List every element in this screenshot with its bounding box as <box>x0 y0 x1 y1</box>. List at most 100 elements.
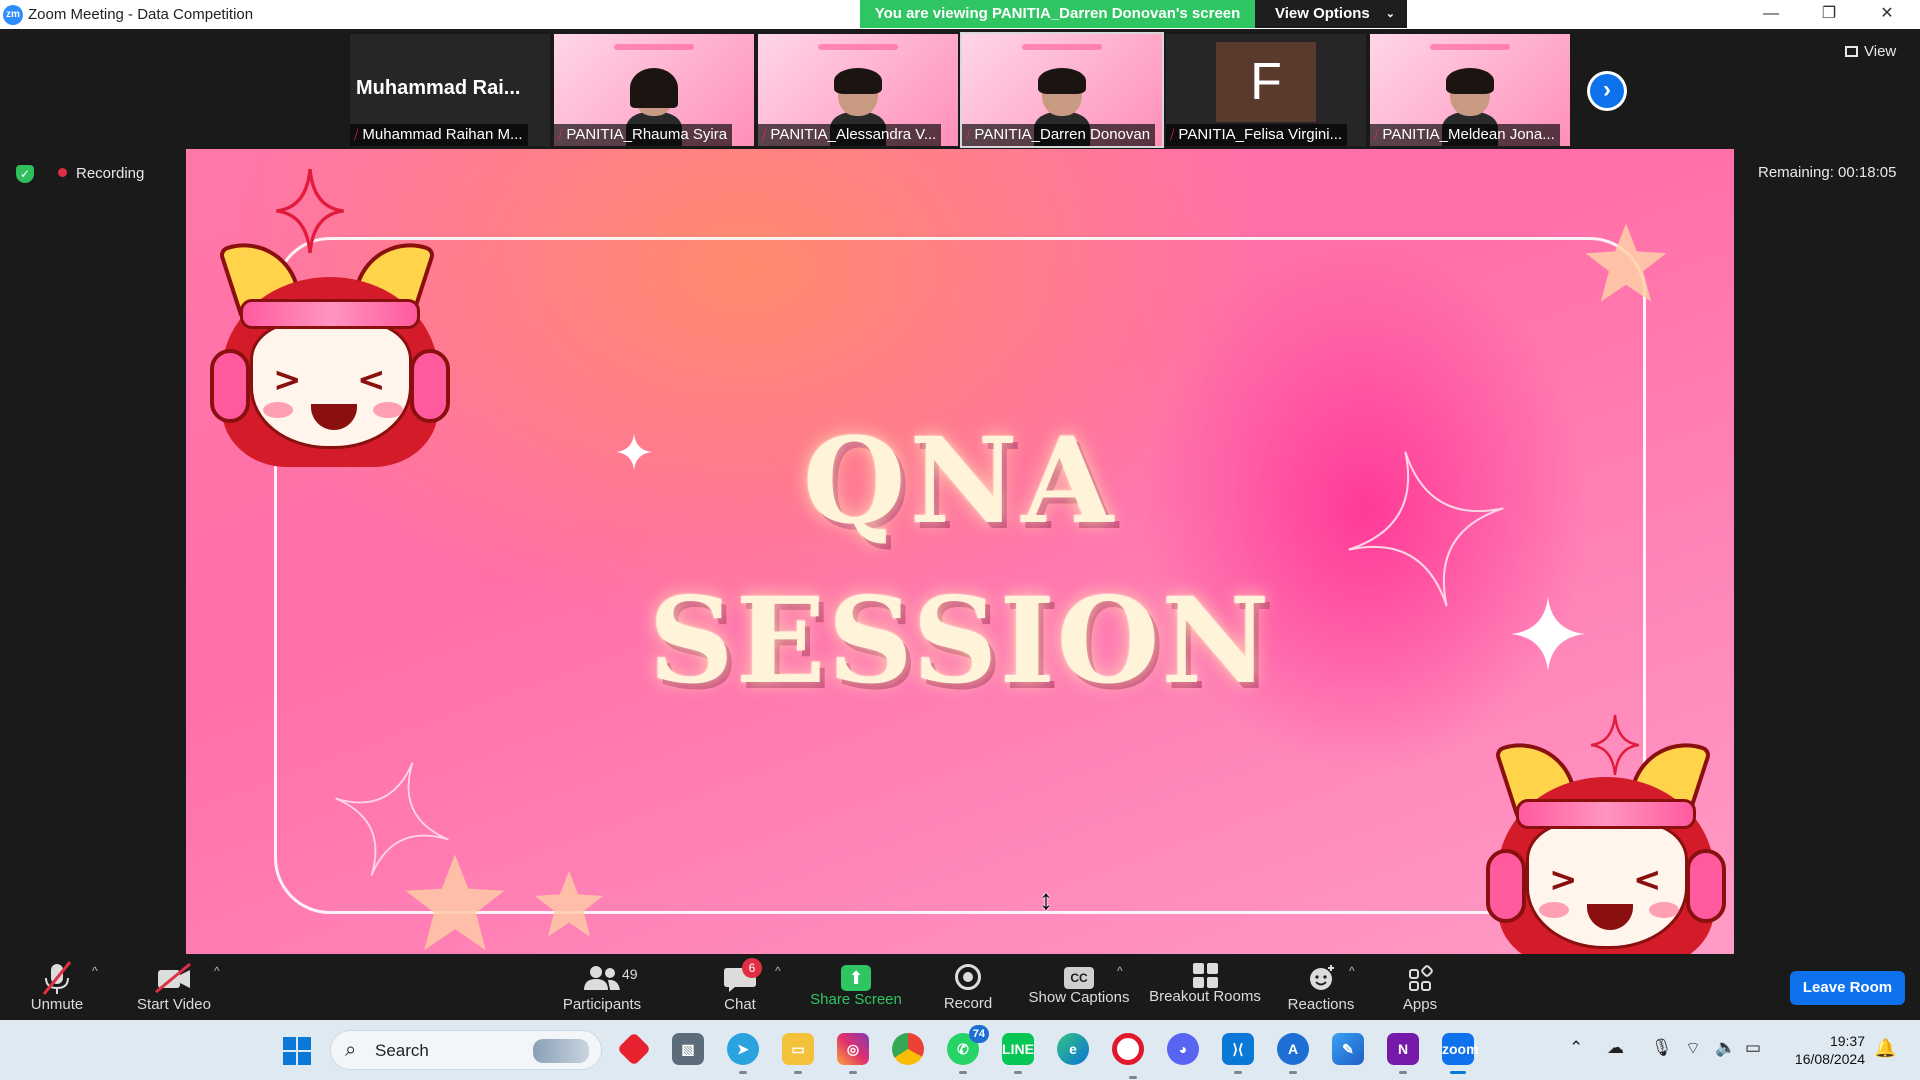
record-label: Record <box>943 995 993 1012</box>
participant-name-label: ⧸ PANITIA_Meldean Jona... <box>1370 124 1560 146</box>
recording-indicator[interactable]: Recording <box>58 165 144 182</box>
participants-button[interactable]: Participants <box>558 954 646 1020</box>
participant-tile-active-speaker[interactable]: ⧸ PANITIA_Darren Donovan <box>960 32 1164 148</box>
record-button[interactable]: Record <box>938 954 998 1020</box>
audio-options-caret[interactable]: ^ <box>92 964 98 978</box>
discord-icon[interactable]: ◕ <box>1167 1033 1199 1065</box>
opera-icon[interactable] <box>1112 1033 1144 1079</box>
app-store-icon[interactable]: A <box>1277 1033 1309 1074</box>
zoom-meeting-window: zm Zoom Meeting - Data Competition You a… <box>0 0 1920 1080</box>
chat-unread-badge: 6 <box>742 958 762 978</box>
chevron-right-icon: › <box>1603 76 1611 103</box>
participant-name-label: ⧸ PANITIA_Felisa Virgini... <box>1166 124 1348 146</box>
muted-mic-icon: ⧸ <box>1374 127 1379 142</box>
participant-name: PANITIA_Felisa Virgini... <box>1178 126 1343 143</box>
apps-label: Apps <box>1402 996 1438 1013</box>
recording-dot-icon <box>58 168 67 177</box>
chrome-icon[interactable] <box>892 1033 924 1065</box>
reactions-options-caret[interactable]: ^ <box>1349 964 1355 978</box>
file-explorer-icon[interactable]: ▭ <box>782 1033 814 1074</box>
participant-tile[interactable]: Muhammad Rai... ⧸ Muhammad Raihan M... <box>350 34 550 146</box>
notifications-bell-icon[interactable]: 🔔 <box>1874 1038 1896 1059</box>
windows-start-icon[interactable] <box>283 1037 311 1065</box>
participant-name-label: ⧸ Muhammad Raihan M... <box>350 124 528 146</box>
telegram-icon[interactable]: ➤ <box>727 1033 759 1074</box>
windows-taskbar: ⌕ Search ▧ ➤ ▭ ◎ ✆ 74 LINE e ◕ ⟩⟨ A ✎ N z… <box>0 1020 1920 1080</box>
paint-icon[interactable]: ✎ <box>1332 1033 1364 1065</box>
participant-tile[interactable]: F ⧸ PANITIA_Felisa Virgini... <box>1166 34 1366 146</box>
taskbar-clock[interactable]: 19:37 16/08/2024 <box>1785 1032 1865 1068</box>
reactions-button[interactable]: Reactions <box>1284 954 1358 1020</box>
volume-icon[interactable]: 🔈 <box>1715 1038 1736 1058</box>
wifi-icon[interactable]: ⌔ <box>1685 1038 1701 1059</box>
participant-tile[interactable]: ⧸ PANITIA_Rhauma Syira <box>554 34 754 146</box>
closed-captions-icon: CC <box>1064 967 1094 989</box>
participants-label: Participants <box>562 996 642 1013</box>
gallery-next-button[interactable]: › <box>1587 71 1627 111</box>
slide-title-line1: QNA <box>802 411 1118 550</box>
whatsapp-unread-badge: 74 <box>968 1025 989 1043</box>
edge-icon[interactable]: e <box>1057 1033 1089 1065</box>
taskbar-search-label: Search <box>375 1041 429 1060</box>
muted-microphone-icon <box>42 961 72 995</box>
close-window-button[interactable]: ✕ <box>1858 0 1916 29</box>
star-decoration-icon <box>534 870 604 937</box>
apps-icon <box>1409 965 1433 991</box>
title-bar: zm Zoom Meeting - Data Competition You a… <box>0 0 1920 29</box>
taskbar-search-box[interactable]: ⌕ Search <box>330 1030 602 1070</box>
show-hidden-icons-chevron-icon[interactable]: ⌃ <box>1569 1038 1583 1058</box>
zoom-taskbar-icon[interactable]: zoom <box>1442 1033 1479 1074</box>
start-video-button[interactable]: Start Video <box>132 954 216 1020</box>
restore-button[interactable]: ❐ <box>1800 0 1858 29</box>
participants-count: 49 <box>622 966 638 982</box>
view-grid-icon <box>1845 46 1858 57</box>
unmute-button[interactable]: Unmute <box>22 954 92 1020</box>
leave-room-button[interactable]: Leave Room <box>1790 971 1905 1005</box>
shared-screen-slide: > < > < QNA SESSION <box>186 149 1734 954</box>
anydesk-icon[interactable] <box>617 1032 651 1066</box>
participant-name-label: ⧸ PANITIA_Rhauma Syira <box>554 124 733 146</box>
muted-mic-icon: ⧸ <box>1170 127 1175 142</box>
share-screen-button[interactable]: ⬆ Share Screen <box>808 954 904 1020</box>
window-title: Zoom Meeting - Data Competition <box>28 6 254 23</box>
battery-icon[interactable]: ▭ <box>1745 1038 1761 1058</box>
star-decoration-icon <box>1585 223 1667 302</box>
participant-tile[interactable]: ⧸ PANITIA_Meldean Jona... <box>1370 34 1570 146</box>
photos-icon[interactable]: ▧ <box>672 1033 704 1065</box>
chat-options-caret[interactable]: ^ <box>775 964 781 978</box>
search-icon: ⌕ <box>345 1039 357 1061</box>
minimize-button[interactable]: — <box>1742 0 1800 29</box>
video-off-icon <box>155 962 191 994</box>
microphone-tray-icon[interactable]: 🎙 <box>1651 1038 1673 1058</box>
whatsapp-icon[interactable]: ✆ 74 <box>947 1025 989 1074</box>
meeting-controls-toolbar: Unmute ^ Start Video ^ Participants 49 C… <box>0 954 1920 1020</box>
record-icon <box>955 964 981 990</box>
instagram-icon[interactable]: ◎ <box>837 1033 869 1074</box>
line-icon[interactable]: LINE <box>1002 1033 1034 1074</box>
view-options-button[interactable]: View Options ⌄ <box>1255 0 1407 28</box>
start-video-label: Start Video <box>137 996 211 1013</box>
participant-tile[interactable]: ⧸ PANITIA_Alessandra V... <box>758 34 958 146</box>
video-options-caret[interactable]: ^ <box>214 964 220 978</box>
reactions-label: Reactions <box>1287 996 1355 1013</box>
vscode-icon[interactable]: ⟩⟨ <box>1222 1033 1254 1074</box>
viewing-screen-banner: You are viewing PANITIA_Darren Donovan's… <box>860 0 1255 28</box>
onenote-icon[interactable]: N <box>1387 1033 1419 1074</box>
slide-title: QNA SESSION <box>186 419 1734 703</box>
captions-options-caret[interactable]: ^ <box>1117 964 1123 978</box>
breakout-rooms-icon <box>1192 963 1218 988</box>
unmute-label: Unmute <box>30 996 84 1013</box>
participant-name: Muhammad Raihan M... <box>362 126 523 143</box>
mascot-bottom-right: > < <box>1486 728 1726 954</box>
zoom-logo-icon: zm <box>3 5 23 25</box>
view-button[interactable]: View <box>1845 43 1896 60</box>
muted-mic-icon: ⧸ <box>966 127 971 142</box>
onedrive-cloud-icon[interactable]: ☁ <box>1607 1038 1624 1058</box>
breakout-rooms-button[interactable]: Breakout Rooms <box>1146 954 1264 1020</box>
apps-button[interactable]: Apps <box>1395 954 1445 1020</box>
slide-title-line2: SESSION <box>648 570 1272 710</box>
breakout-rooms-label: Breakout Rooms <box>1149 988 1261 1005</box>
share-screen-arrow-icon: ⬆ <box>841 965 871 991</box>
encryption-shield-icon[interactable]: ✓ <box>16 165 34 183</box>
muted-mic-icon: ⧸ <box>354 127 359 142</box>
